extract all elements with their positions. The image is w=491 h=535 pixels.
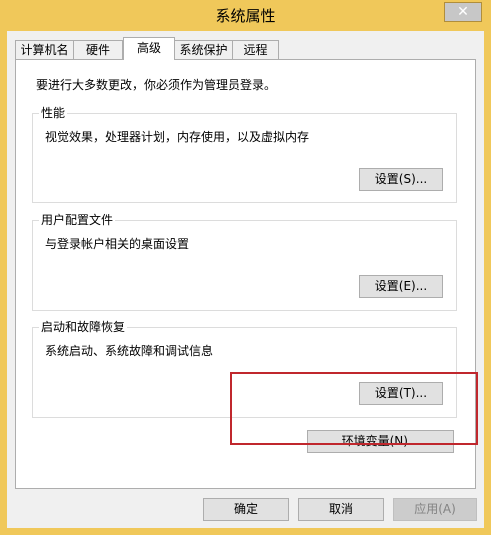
tab-label: 高级 [136,41,161,55]
dialog-client-area: 计算机名 硬件 高级 系统保护 远程 要进行大多数更改，你必须作为管理员登录。 … [7,31,484,528]
tab-label: 硬件 [85,43,110,57]
close-button[interactable]: ✕ [444,2,482,22]
title-bar[interactable]: 系统属性 ✕ [1,1,490,31]
user-profiles-description: 与登录帐户相关的桌面设置 [45,237,190,251]
tab-computer-name[interactable]: 计算机名 [15,40,74,59]
apply-button[interactable]: 应用(A) [393,498,477,521]
system-properties-window: 系统属性 ✕ 计算机名 硬件 高级 系统保护 远程 要进行大多数更改，你必须作为… [0,0,491,535]
advanced-tab-panel: 要进行大多数更改，你必须作为管理员登录。 性能 视觉效果，处理器计划，内存使用，… [15,59,476,489]
user-profiles-group: 用户配置文件 与登录帐户相关的桌面设置 设置(E)... [32,213,457,311]
tab-remote[interactable]: 远程 [232,40,279,59]
performance-settings-button[interactable]: 设置(S)... [359,168,443,191]
admin-notice: 要进行大多数更改，你必须作为管理员登录。 [36,78,277,92]
tab-label: 计算机名 [20,43,69,57]
tab-hardware[interactable]: 硬件 [73,40,123,59]
performance-group-title: 性能 [39,106,68,120]
user-profiles-settings-button[interactable]: 设置(E)... [359,275,443,298]
close-icon: ✕ [457,4,469,20]
environment-variables-button[interactable]: 环境变量(N)... [307,430,454,453]
window-title: 系统属性 [215,7,276,25]
tab-label: 远程 [243,43,268,57]
startup-recovery-settings-button[interactable]: 设置(T)... [359,382,443,405]
startup-recovery-group-title: 启动和故障恢复 [39,320,128,334]
performance-description: 视觉效果，处理器计划，内存使用，以及虚拟内存 [45,130,310,144]
tab-system-protection[interactable]: 系统保护 [174,40,233,59]
startup-recovery-group: 启动和故障恢复 系统启动、系统故障和调试信息 设置(T)... [32,320,457,418]
startup-recovery-description: 系统启动、系统故障和调试信息 [45,344,214,358]
cancel-button[interactable]: 取消 [298,498,384,521]
tab-label: 系统保护 [179,43,228,57]
ok-button[interactable]: 确定 [203,498,289,521]
tab-advanced[interactable]: 高级 [123,37,175,60]
performance-group: 性能 视觉效果，处理器计划，内存使用，以及虚拟内存 设置(S)... [32,106,457,203]
user-profiles-group-title: 用户配置文件 [39,213,116,227]
